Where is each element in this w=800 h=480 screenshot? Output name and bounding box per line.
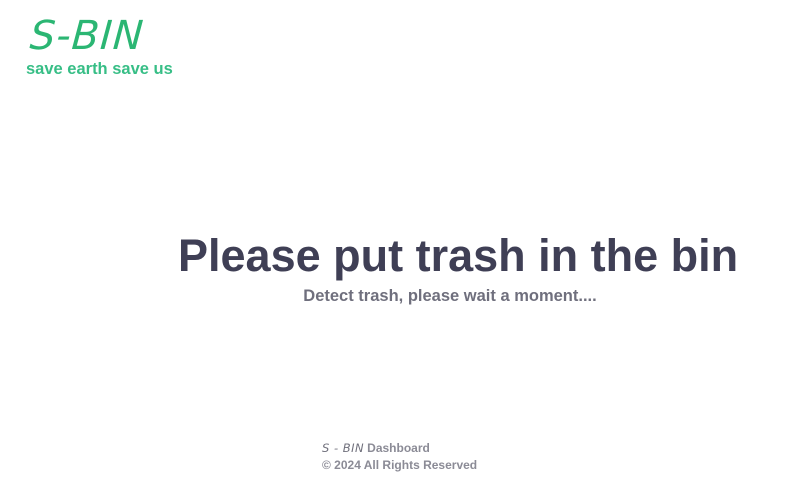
footer-copyright: © 2024 All Rights Reserved: [322, 458, 478, 472]
logo-wordmark: S-BIN: [28, 13, 146, 59]
page: S-BIN save earth save us Please put tras…: [0, 0, 800, 480]
footer: S - BIN Dashboard © 2024 All Rights Reser…: [322, 440, 477, 474]
instruction-heading: Please put trash in the bin: [178, 230, 739, 281]
footer-dashboard-label: Dashboard: [367, 441, 430, 455]
status-message: Detect trash, please wait a moment....: [303, 287, 597, 305]
footer-logo: S - BIN: [322, 441, 365, 455]
brand-logo: S-BIN save earth save us: [26, 10, 173, 78]
logo-tagline: save earth save us: [26, 60, 173, 78]
footer-title: S - BIN Dashboard: [322, 440, 477, 457]
